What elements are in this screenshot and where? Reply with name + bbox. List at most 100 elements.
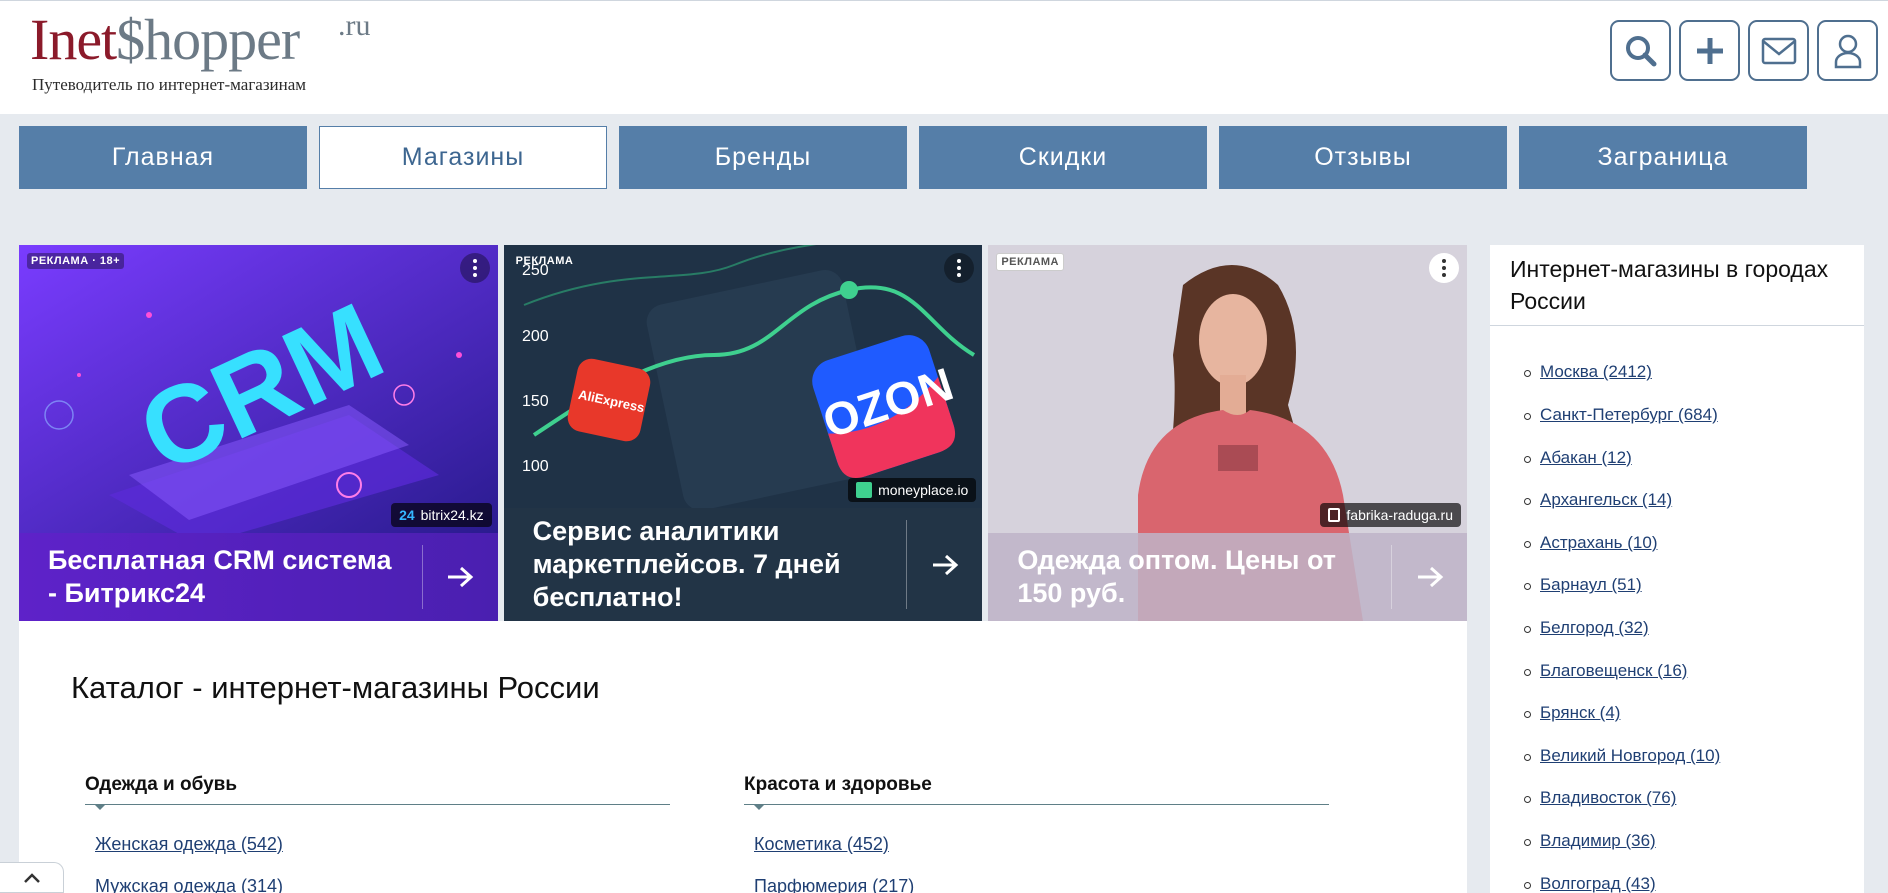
shopping-bag-icon [1328, 508, 1341, 522]
ad-footer[interactable]: Бесплатная CRM система - Битрикс24 [19, 533, 498, 621]
ad-footer[interactable]: Одежда оптом. Цены от 150 руб. [988, 533, 1468, 621]
analytics-chart-illustration: 250 200 150 100 AliExpress OZON [503, 245, 983, 508]
crm-illustration: CRM [19, 245, 498, 535]
ad-more-menu[interactable] [459, 253, 490, 283]
city-link[interactable]: Санкт-Петербург (684) [1540, 405, 1718, 424]
logo-domain-suffix: .ru [338, 9, 371, 42]
arrow-right-icon [1417, 566, 1443, 588]
ad-domain-badge[interactable]: moneyplace.io [848, 478, 977, 502]
list-item: Мужская одежда (314) [95, 865, 670, 893]
city-link[interactable]: Барнаул (51) [1540, 575, 1642, 594]
catalog-section: Каталог - интернет-магазины России Одежд… [19, 621, 1467, 893]
ad-label: РЕКЛАМА [515, 255, 574, 267]
ad-arrow-button[interactable] [1391, 545, 1467, 609]
category-list: Женская одежда (542) Мужская одежда (314… [85, 823, 670, 893]
list-item: Владивосток (76) [1524, 777, 1864, 820]
chart-art-tick-label: 100 [522, 458, 549, 475]
list-item: Брянск (4) [1524, 692, 1864, 735]
list-item: Белгород (32) [1524, 607, 1864, 650]
list-item: Великий Новгород (10) [1524, 735, 1864, 778]
ad-domain-badge[interactable]: fabrika-raduga.ru [1320, 503, 1462, 527]
cities-sidebar: Интернет-магазины в городах России Москв… [1490, 245, 1864, 893]
city-link[interactable]: Великий Новгород (10) [1540, 746, 1720, 765]
ad-card-bitrix[interactable]: CRM РЕКЛАМА · 18+ 24 bitrix24.kz Бесплат… [19, 245, 498, 621]
ad-title[interactable]: Бесплатная CRM система - Битрикс24 [19, 533, 422, 621]
nav-abroad[interactable]: Заграница [1519, 126, 1807, 189]
logo-tagline: Путеводитель по интернет-магазинам [32, 75, 307, 94]
list-item: Архангельск (14) [1524, 479, 1864, 522]
ad-label: РЕКЛАМА · 18+ [27, 253, 125, 269]
user-icon [1834, 34, 1861, 68]
arrow-right-icon [932, 554, 959, 575]
arrow-right-icon [448, 566, 474, 588]
user-button[interactable] [1817, 20, 1878, 81]
ad-card-moneyplace[interactable]: 250 200 150 100 AliExpress OZON РЕКЛАМА … [503, 245, 983, 621]
ad-title[interactable]: Одежда оптом. Цены от 150 руб. [988, 533, 1391, 621]
category-link[interactable]: Женская одежда (542) [95, 834, 283, 854]
city-link[interactable]: Абакан (12) [1540, 448, 1632, 467]
category-block: Красота и здоровье Косметика (452) Парфю… [744, 774, 1329, 893]
ad-domain-text: fabrika-raduga.ru [1346, 507, 1454, 523]
bitrix-logo-icon: 24 [399, 507, 415, 523]
ad-banner-row: CRM РЕКЛАМА · 18+ 24 bitrix24.kz Бесплат… [19, 245, 1468, 621]
ad-label: РЕКЛАМА [996, 253, 1065, 271]
search-icon [1625, 35, 1656, 66]
ad-domain-badge[interactable]: 24 bitrix24.kz [391, 503, 492, 527]
nav-reviews[interactable]: Отзывы [1219, 126, 1507, 189]
city-link[interactable]: Владивосток (76) [1540, 788, 1676, 807]
ad-domain-text: bitrix24.kz [420, 507, 484, 523]
category-link[interactable]: Косметика (452) [754, 834, 889, 854]
ad-title[interactable]: Сервис аналитики маркетплейсов. 7 дней б… [504, 508, 907, 621]
list-item: Волгоград (43) [1524, 863, 1864, 893]
site-header: Inet$hopper .ru Путеводитель по интернет… [0, 0, 1888, 114]
main-nav: Главная Магазины Бренды Скидки Отзывы За… [19, 126, 1807, 189]
chevron-up-icon [23, 872, 40, 883]
header-actions [1610, 20, 1878, 81]
list-item: Благовещенск (16) [1524, 650, 1864, 693]
sidebar-title: Интернет-магазины в городах России [1490, 245, 1864, 327]
city-link[interactable]: Владимир (36) [1540, 831, 1656, 850]
nav-home[interactable]: Главная [19, 126, 307, 189]
mail-button[interactable] [1748, 20, 1809, 81]
city-link[interactable]: Благовещенск (16) [1540, 661, 1687, 680]
ad-footer[interactable]: Сервис аналитики маркетплейсов. 7 дней б… [503, 508, 983, 621]
search-button[interactable] [1610, 20, 1671, 81]
nav-shops[interactable]: Магазины [319, 126, 607, 189]
logo-wordmark: Inet$hopper [30, 7, 300, 72]
add-button[interactable] [1679, 20, 1740, 81]
ad-arrow-button[interactable] [421, 545, 498, 609]
category-block: Одежда и обувь Женская одежда (542) Мужс… [85, 774, 670, 893]
moneyplace-logo-icon [856, 482, 873, 498]
ad-arrow-button[interactable] [906, 520, 982, 609]
city-list: Москва (2412) Санкт-Петербург (684) Абак… [1490, 326, 1864, 893]
category-list: Косметика (452) Парфюмерия (217) [744, 823, 1329, 893]
scroll-up-button[interactable] [0, 862, 64, 893]
city-link[interactable]: Белгород (32) [1540, 618, 1649, 637]
city-link[interactable]: Москва (2412) [1540, 362, 1652, 381]
city-link[interactable]: Астрахань (10) [1540, 533, 1658, 552]
list-item: Косметика (452) [754, 823, 1329, 865]
site-logo[interactable]: Inet$hopper .ru Путеводитель по интернет… [30, 5, 380, 97]
page-title: Каталог - интернет-магазины России [71, 670, 600, 705]
city-link[interactable]: Брянск (4) [1540, 703, 1620, 722]
list-item: Парфюмерия (217) [754, 865, 1329, 893]
plus-icon [1696, 37, 1723, 64]
ad-more-menu[interactable] [1429, 253, 1460, 283]
city-link[interactable]: Волгоград (43) [1540, 874, 1656, 893]
city-link[interactable]: Архангельск (14) [1540, 490, 1672, 509]
category-heading: Одежда и обувь [85, 774, 670, 810]
list-item: Владимир (36) [1524, 820, 1864, 863]
chart-art-tick-label: 150 [522, 393, 549, 410]
list-item: Женская одежда (542) [95, 823, 670, 865]
list-item: Москва (2412) [1524, 351, 1864, 394]
list-item: Санкт-Петербург (684) [1524, 394, 1864, 437]
category-link[interactable]: Мужская одежда (314) [95, 876, 283, 893]
chart-art-tick-label: 200 [522, 328, 549, 345]
list-item: Барнаул (51) [1524, 564, 1864, 607]
nav-brands[interactable]: Бренды [619, 126, 907, 189]
ad-card-fabrika[interactable]: РЕКЛАМА fabrika-raduga.ru Одежда оптом. … [988, 245, 1468, 621]
ad-domain-text: moneyplace.io [878, 482, 969, 498]
list-item: Абакан (12) [1524, 437, 1864, 480]
nav-discounts[interactable]: Скидки [919, 126, 1207, 189]
category-link[interactable]: Парфюмерия (217) [754, 876, 914, 893]
